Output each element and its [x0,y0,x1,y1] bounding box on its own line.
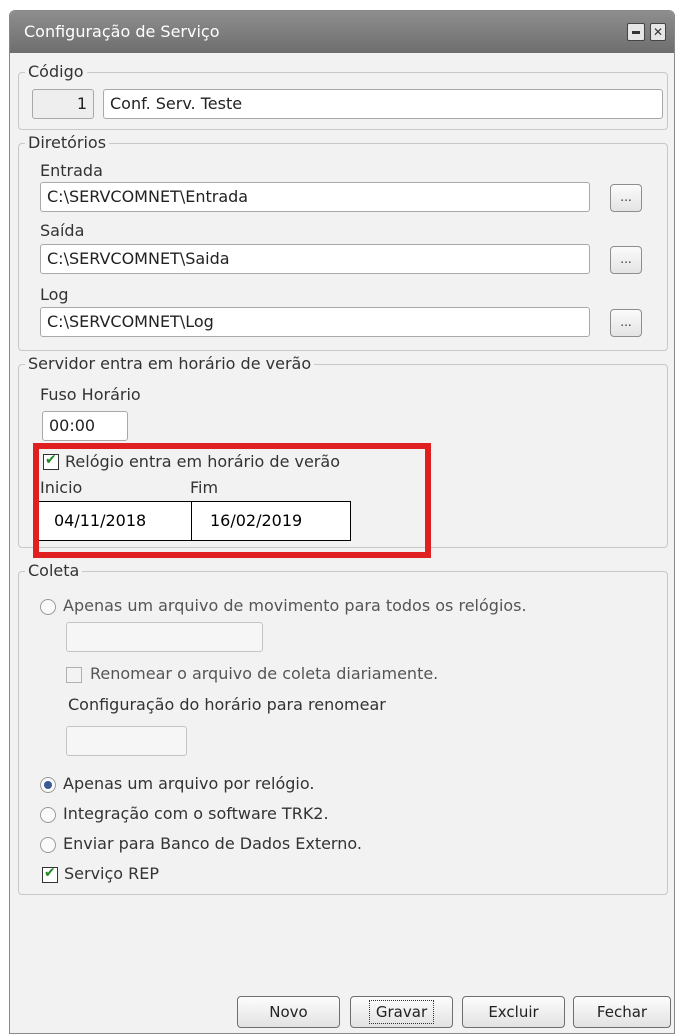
saida-path-input[interactable]: C:\SERVCOMNET\Saida [40,244,590,274]
excluir-button-label: Excluir [488,1003,539,1021]
fuso-horario-input[interactable]: 00:00 [42,411,128,441]
radio-trk2[interactable] [40,807,56,823]
relogio-horario-verao-checkbox[interactable] [43,452,59,470]
fuso-horario-label: Fuso Horário [40,385,141,404]
fechar-button[interactable]: Fechar [573,996,671,1028]
gravar-button[interactable]: Gravar [350,996,453,1028]
inicio-label: Inicio [40,478,83,497]
fechar-button-label: Fechar [596,1003,648,1021]
opt-trk2-label: Integração com o software TRK2. [63,804,329,823]
excluir-button[interactable]: Excluir [462,996,565,1028]
opt-um-arquivo-todos-label: Apenas um arquivo de movimento para todo… [63,596,527,615]
log-label: Log [40,285,69,304]
opt-banco-label: Enviar para Banco de Dados Externo. [63,834,362,853]
radio-banco-externo[interactable] [40,837,56,853]
close-icon[interactable]: ✕ [650,23,666,41]
codigo-legend: Código [28,62,84,81]
horario-renomear-input[interactable] [66,726,187,756]
horario-verao-legend: Servidor entra em horário de verão [28,354,312,373]
inicio-date-input[interactable]: 04/11/2018 [35,501,193,541]
gravar-button-label: Gravar [368,1000,435,1024]
relogio-horario-verao-label: Relógio entra em horário de verão [65,452,340,471]
entrada-path-input[interactable]: C:\SERVCOMNET\Entrada [40,182,590,212]
config-horario-label: Configuração do horário para renomear [68,695,386,714]
servico-rep-label: Serviço REP [64,864,160,883]
codigo-name-field[interactable]: Conf. Serv. Teste [103,89,663,119]
codigo-number-field[interactable]: 1 [32,89,94,119]
arquivo-movimento-input[interactable] [66,622,263,652]
saida-label: Saída [40,221,85,240]
log-browse-button[interactable]: ... [610,309,642,337]
minimize-icon[interactable] [627,23,645,41]
service-config-window: Configuração de Serviço ✕ Código 1 Conf.… [9,10,675,1034]
diretorios-legend: Diretórios [28,133,107,152]
radio-um-por-relogio[interactable] [40,777,56,793]
title-bar[interactable]: Configuração de Serviço ✕ [10,11,674,53]
novo-button-label: Novo [269,1003,308,1021]
entrada-browse-button[interactable]: ... [610,184,642,212]
novo-button[interactable]: Novo [237,996,340,1028]
fim-label: Fim [190,478,219,497]
log-path-input[interactable]: C:\SERVCOMNET\Log [40,307,590,337]
window-title: Configuração de Serviço [24,22,220,41]
opt-um-por-relogio-label: Apenas um arquivo por relógio. [63,774,315,793]
radio-um-arquivo-todos[interactable] [40,599,56,615]
saida-browse-button[interactable]: ... [610,246,642,274]
renomear-checkbox[interactable] [66,667,82,683]
servico-rep-checkbox[interactable] [42,865,58,883]
fim-date-input[interactable]: 16/02/2019 [191,501,351,541]
entrada-label: Entrada [40,161,103,180]
renomear-label: Renomear o arquivo de coleta diariamente… [90,664,439,683]
coleta-legend: Coleta [28,561,80,580]
